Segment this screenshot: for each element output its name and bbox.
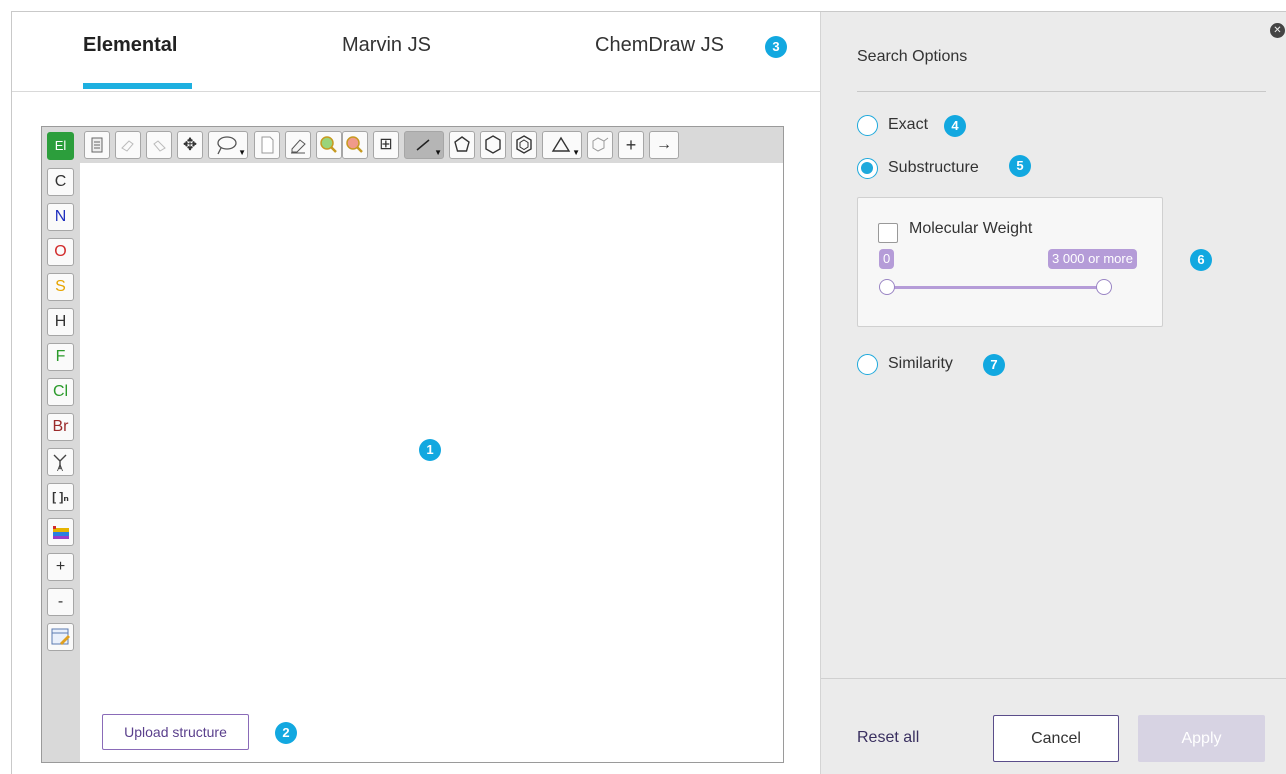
atom-chain-icon: A: [53, 454, 67, 473]
slider-max-handle[interactable]: [1096, 279, 1112, 295]
divider: [857, 91, 1266, 92]
benzene-icon[interactable]: [511, 131, 537, 159]
slider-max-value: 3 000 or more: [1048, 249, 1137, 269]
footer-divider: [821, 678, 1286, 679]
zoom-in-icon[interactable]: [316, 131, 342, 159]
reset-all-link[interactable]: Reset all: [857, 729, 919, 747]
clipboard-icon[interactable]: [84, 131, 110, 159]
redo-icon[interactable]: [146, 131, 172, 159]
molecular-weight-label[interactable]: Molecular Weight: [909, 220, 1032, 238]
slider-min-value: 0: [879, 249, 895, 269]
similarity-label[interactable]: Similarity: [888, 355, 953, 373]
tab-marvin-js[interactable]: Marvin JS: [342, 34, 431, 57]
elemental-editor[interactable]: El C N O S H F Cl Br A [ ]ₙ + - ✥ ▼ ⊞ ▼ …: [41, 126, 784, 763]
element-o-button[interactable]: O: [47, 238, 74, 266]
similarity-radio[interactable]: [857, 354, 878, 375]
molecular-weight-slider[interactable]: [887, 286, 1107, 289]
eraser-icon[interactable]: [285, 131, 311, 159]
element-s-button[interactable]: S: [47, 273, 74, 301]
hexagon-icon[interactable]: [480, 131, 506, 159]
active-tab-indicator: [83, 83, 192, 89]
exact-radio[interactable]: [857, 115, 878, 136]
callout-badge-3: 3: [765, 36, 787, 58]
palette-icon: [53, 526, 69, 539]
bond-icon[interactable]: ▼: [404, 131, 444, 159]
lasso-icon[interactable]: ▼: [208, 131, 248, 159]
callout-badge-4: 4: [944, 115, 966, 137]
charge-minus-button[interactable]: -: [47, 588, 74, 616]
apply-button[interactable]: Apply: [1138, 715, 1265, 762]
svg-text:A: A: [57, 463, 63, 473]
plus-icon[interactable]: +: [618, 131, 644, 159]
close-icon[interactable]: ✕: [1270, 23, 1285, 38]
search-options-panel: ✕ Search Options Exact 4 Substructure 5 …: [820, 12, 1286, 774]
undo-icon[interactable]: [115, 131, 141, 159]
callout-badge-2: 2: [275, 722, 297, 744]
search-dialog: Elemental Marvin JS ChemDraw JS 3 El C N…: [11, 11, 1286, 774]
upload-structure-button[interactable]: Upload structure: [102, 714, 249, 750]
substructure-label[interactable]: Substructure: [888, 159, 979, 177]
new-document-icon[interactable]: [254, 131, 280, 159]
triangle-icon[interactable]: ▼: [542, 131, 582, 159]
properties-button[interactable]: [47, 623, 74, 651]
tab-chemdraw-js[interactable]: ChemDraw JS: [595, 34, 724, 57]
element-h-button[interactable]: H: [47, 308, 74, 336]
callout-badge-1: 1: [419, 439, 441, 461]
element-br-button[interactable]: Br: [47, 413, 74, 441]
template-icon[interactable]: [587, 131, 613, 159]
exact-label[interactable]: Exact: [888, 116, 928, 134]
edit-table-icon: [51, 628, 70, 645]
color-palette-button[interactable]: [47, 518, 74, 546]
callout-badge-7: 7: [983, 354, 1005, 376]
slider-min-handle[interactable]: [879, 279, 895, 295]
element-cl-button[interactable]: Cl: [47, 378, 74, 406]
element-n-button[interactable]: N: [47, 203, 74, 231]
move-icon[interactable]: ✥: [177, 131, 203, 159]
clean-icon[interactable]: ⊞: [373, 131, 399, 159]
element-toolbar: El C N O S H F Cl Br A [ ]ₙ + -: [42, 127, 80, 762]
callout-badge-6: 6: [1190, 249, 1212, 271]
pentagon-icon[interactable]: [449, 131, 475, 159]
arrow-icon[interactable]: →: [649, 131, 679, 159]
element-c-button[interactable]: C: [47, 168, 74, 196]
atom-chain-button[interactable]: A: [47, 448, 74, 476]
element-picker-button[interactable]: El: [47, 132, 74, 160]
substructure-radio[interactable]: [857, 158, 878, 179]
molecular-weight-filter: Molecular Weight 0 3 000 or more: [857, 197, 1163, 327]
search-options-title: Search Options: [857, 48, 968, 65]
zoom-out-icon[interactable]: [342, 131, 368, 159]
element-f-button[interactable]: F: [47, 343, 74, 371]
structure-panel: Elemental Marvin JS ChemDraw JS 3 El C N…: [12, 12, 820, 774]
bracket-button[interactable]: [ ]ₙ: [47, 483, 74, 511]
charge-plus-button[interactable]: +: [47, 553, 74, 581]
molecular-weight-checkbox[interactable]: [878, 223, 898, 243]
tab-elemental[interactable]: Elemental: [83, 34, 177, 57]
editor-tabs: Elemental Marvin JS ChemDraw JS 3: [12, 12, 820, 92]
drawing-toolbar: ✥ ▼ ⊞ ▼ ▼ + →: [80, 127, 783, 163]
cancel-button[interactable]: Cancel: [993, 715, 1119, 762]
callout-badge-5: 5: [1009, 155, 1031, 177]
